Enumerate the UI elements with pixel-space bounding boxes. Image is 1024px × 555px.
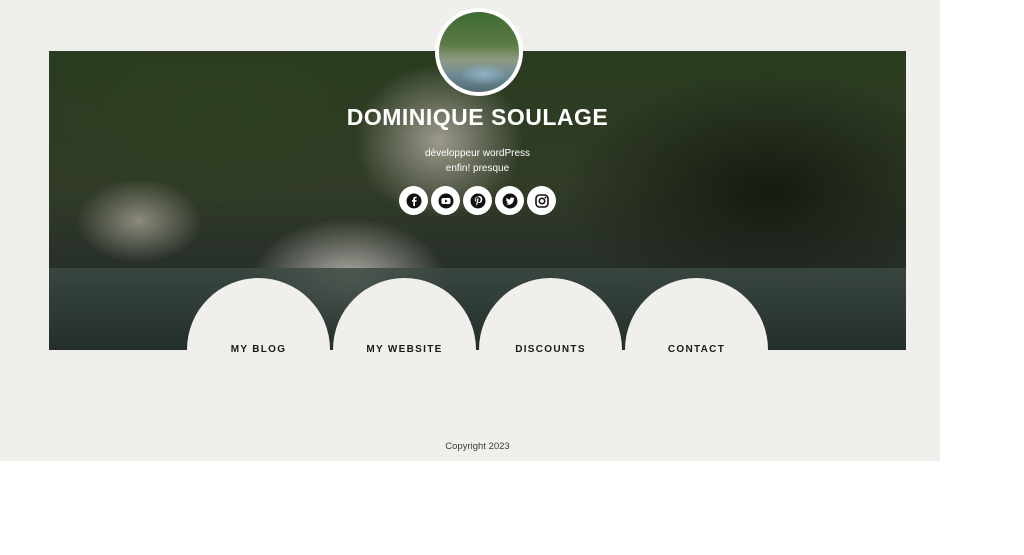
tagline-line-2: enfin! presque [445, 163, 510, 174]
facebook-icon [406, 193, 421, 208]
tagline-line-1: développeur wordPress [424, 148, 531, 159]
profile-name: DOMINIQUE SOULAGE [346, 104, 609, 130]
facebook-link[interactable] [399, 186, 428, 215]
nav-discounts[interactable]: DISCOUNTS [479, 278, 622, 355]
pinterest-icon [470, 193, 485, 208]
profile-tagline: développeur wordPress enfin! presque [0, 146, 955, 176]
nav-my-website[interactable]: MY WEBSITE [333, 278, 476, 355]
nav-my-website-label: MY WEBSITE [366, 344, 443, 355]
nav-contact[interactable]: CONTACT [625, 278, 768, 355]
twitter-link[interactable] [495, 186, 524, 215]
instagram-icon [534, 193, 549, 208]
pinterest-link[interactable] [463, 186, 492, 215]
nav-discounts-label: DISCOUNTS [515, 344, 586, 355]
youtube-link[interactable] [431, 186, 460, 215]
nav-my-blog-label: MY BLOG [230, 344, 287, 355]
nav-contact-label: CONTACT [667, 344, 726, 355]
copyright-text: Copyright 2023 [445, 441, 510, 452]
twitter-icon [502, 193, 517, 208]
page-background: DOMINIQUE SOULAGE développeur wordPress … [0, 0, 940, 461]
instagram-link[interactable] [527, 186, 556, 215]
social-links [399, 186, 556, 215]
main-navigation: MY BLOG MY WEBSITE DISCOUNTS CONTACT [0, 278, 940, 358]
avatar [435, 8, 523, 96]
nav-my-blog[interactable]: MY BLOG [187, 278, 330, 355]
youtube-icon [438, 193, 453, 208]
